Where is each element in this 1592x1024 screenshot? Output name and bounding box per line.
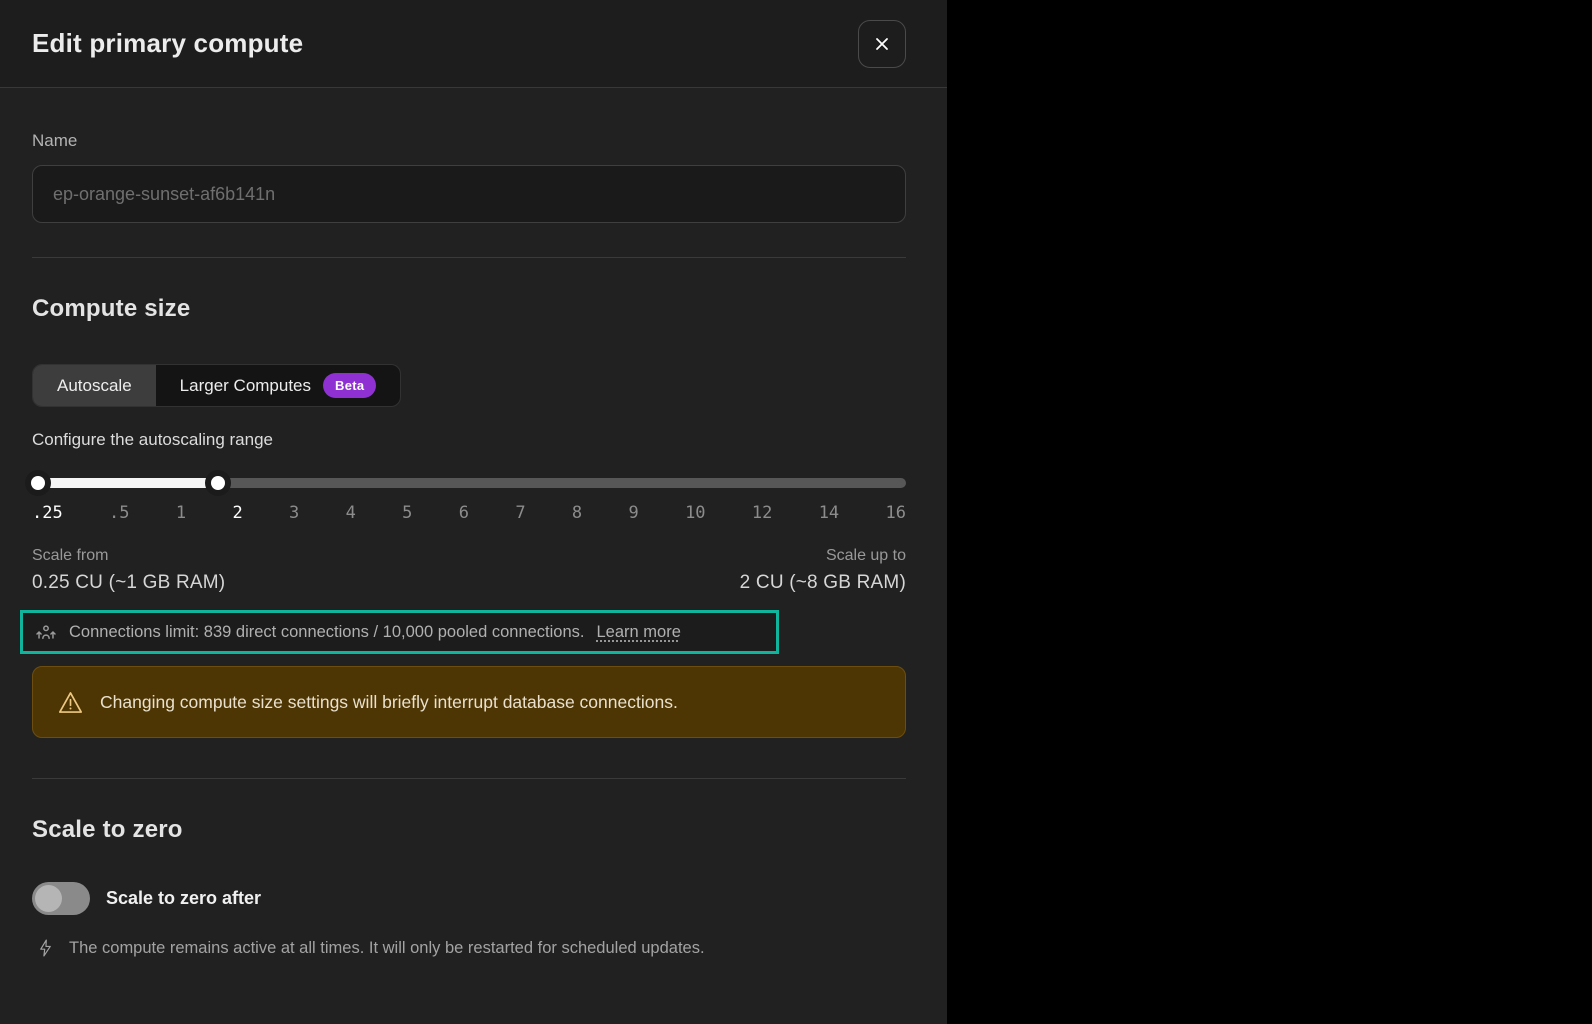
beta-badge: Beta: [323, 373, 377, 398]
autoscaling-range-label: Configure the autoscaling range: [32, 430, 273, 449]
tab-autoscale-label: Autoscale: [57, 375, 132, 395]
slider-tick: 2: [232, 503, 243, 523]
scale-up-to: Scale up to 2 CU (~8 GB RAM): [740, 547, 906, 594]
slider-tick: 1: [175, 503, 187, 523]
connections-limit-text: Connections limit: 839 direct connection…: [69, 622, 585, 641]
name-label: Name: [32, 131, 78, 150]
slider-tick: 16: [885, 503, 906, 523]
scale-up-to-value: 2 CU (~8 GB RAM): [739, 572, 906, 593]
slider-tick: 4: [345, 503, 356, 523]
scale-from-label: Scale from: [32, 547, 109, 564]
connections-limit-note: Connections limit: 839 direct connection…: [20, 610, 779, 654]
scale-to-zero-info-text: The compute remains active at all times.…: [69, 938, 705, 957]
slider-tick: 5: [402, 503, 413, 523]
slider-ticks: .25.5 1 2 3 4 5 6 7 8 9 10 12 14 16: [32, 503, 906, 523]
divider: [32, 778, 906, 779]
tab-autoscale[interactable]: Autoscale: [33, 365, 156, 406]
toggle-knob: [35, 885, 62, 912]
panel-body: Name Compute size Autoscale Larger Compu…: [0, 131, 947, 959]
scale-to-zero-info-row: The compute remains active at all times.…: [32, 937, 906, 959]
scale-up-to-label: Scale up to: [825, 547, 906, 564]
slider-min-handle[interactable]: [25, 470, 52, 496]
slider-tick: 12: [751, 503, 773, 523]
compute-size-heading: Compute size: [32, 295, 191, 322]
slider-tick: 10: [685, 503, 706, 523]
compute-warning-banner: Changing compute size settings will brie…: [32, 666, 906, 738]
scale-to-zero-row: Scale to zero after: [32, 882, 906, 915]
edit-compute-panel: Edit primary compute Name Compute size A…: [0, 0, 947, 1024]
name-input[interactable]: [32, 165, 906, 223]
close-icon: [876, 37, 888, 50]
lightning-icon: [40, 939, 51, 957]
close-button[interactable]: [858, 19, 906, 68]
warning-icon: [58, 691, 83, 713]
slider-fill: [38, 478, 219, 488]
scale-to-zero-heading: Scale to zero: [32, 816, 183, 843]
scale-range-summary: Scale from 0.25 CU (~1 GB RAM) Scale up …: [32, 547, 906, 594]
slider-tick: 6: [458, 503, 469, 523]
autoscaling-range-slider[interactable]: [25, 470, 906, 496]
scale-to-zero-toggle-label: Scale to zero after: [106, 888, 262, 908]
compute-size-tabs: Autoscale Larger Computes Beta: [32, 364, 402, 407]
panel-header: Edit primary compute: [0, 0, 947, 88]
tab-larger-computes[interactable]: Larger Computes Beta: [156, 365, 401, 406]
tab-larger-computes-label: Larger Computes: [179, 375, 312, 395]
slider-tick: 3: [289, 503, 300, 523]
slider-tick: 7: [515, 503, 526, 523]
divider: [32, 257, 906, 258]
slider-tick: 14: [818, 503, 840, 523]
slider-tick: 8: [571, 503, 583, 523]
slider-tick: .5: [109, 503, 130, 523]
slider-max-handle[interactable]: [205, 470, 232, 496]
scale-to-zero-toggle[interactable]: [32, 882, 90, 915]
connections-icon: [36, 625, 56, 640]
page-title: Edit primary compute: [32, 28, 304, 58]
warning-text: Changing compute size settings will brie…: [100, 691, 678, 712]
slider-tick: .25: [32, 503, 63, 523]
slider-tick: 9: [628, 503, 639, 523]
scale-from-value: 0.25 CU (~1 GB RAM): [32, 572, 226, 593]
scale-from: Scale from 0.25 CU (~1 GB RAM): [32, 547, 225, 594]
learn-more-link[interactable]: Learn more: [597, 623, 681, 642]
